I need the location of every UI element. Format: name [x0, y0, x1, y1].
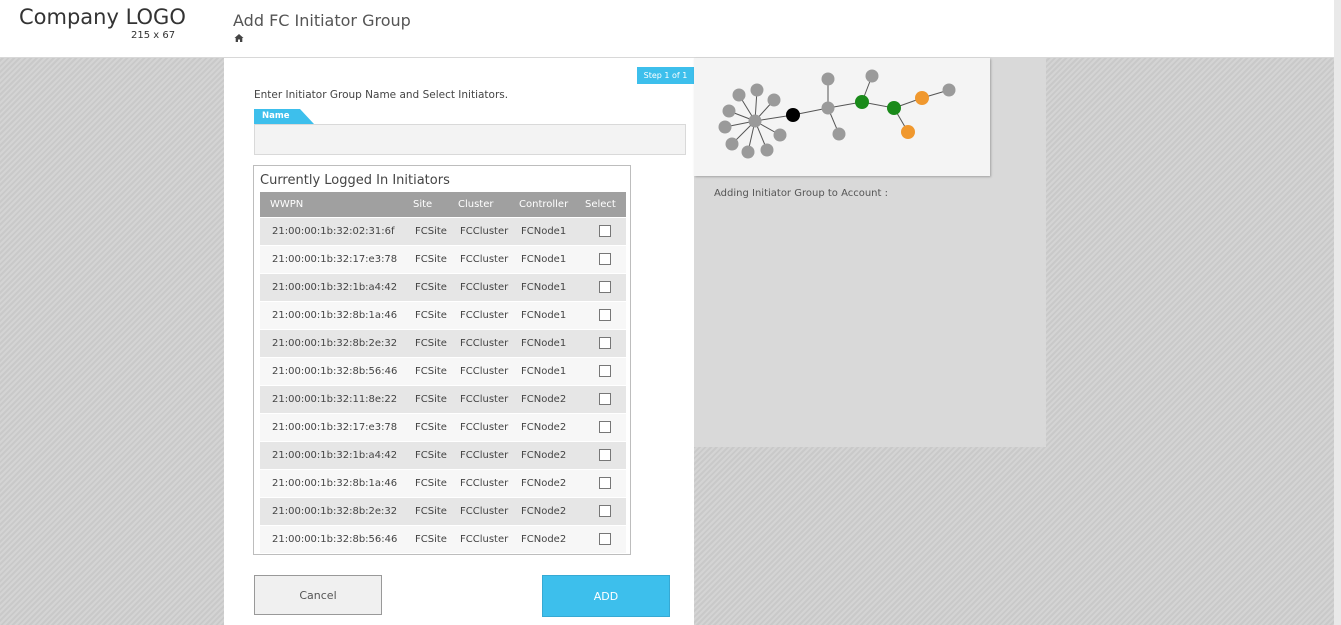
- site-cell: FCSite: [415, 478, 447, 489]
- initiators-table-container: Currently Logged In Initiators WWPN Site…: [253, 165, 631, 555]
- controller-cell: FCNode2: [521, 450, 567, 461]
- controller-cell: FCNode1: [521, 282, 567, 293]
- table-row: 21:00:00:1b:32:8b:56:46 FCSite FCCluster FC…: [260, 358, 626, 386]
- table-body: 21:00:00:1b:32:02:31:6f FCSite FCCluster FC…: [260, 218, 626, 554]
- controller-cell: FCNode2: [521, 478, 567, 489]
- site-cell: FCSite: [415, 366, 447, 377]
- table-title: Currently Logged In Initiators: [260, 173, 450, 188]
- table-row: 21:00:00:1b:32:02:31:6f FCSite FCCluster FC…: [260, 218, 626, 246]
- topology-graph: [718, 69, 956, 159]
- site-cell: FCSite: [415, 338, 447, 349]
- wwpn-cell: 21:00:00:1b:32:17:e3:78: [272, 422, 398, 433]
- controller-cell: FCNode1: [521, 366, 567, 377]
- select-checkbox[interactable]: [599, 477, 611, 489]
- site-cell: FCSite: [415, 506, 447, 517]
- table-row: 21:00:00:1b:32:17:e3:78 FCSite FCCluster FC…: [260, 414, 626, 442]
- table-row: 21:00:00:1b:32:17:e3:78 FCSite FCCluster FC…: [260, 246, 626, 274]
- wwpn-cell: 21:00:00:1b:32:1b:a4:42: [272, 282, 398, 293]
- table-row: 21:00:00:1b:32:8b:2e:32 FCSite FCCluster FC…: [260, 330, 626, 358]
- home-icon[interactable]: [234, 33, 244, 43]
- column-header-controller: Controller: [519, 199, 569, 210]
- cluster-cell: FCCluster: [460, 506, 509, 517]
- table-row: 21:00:00:1b:32:8b:1a:46 FCSite FCCluster FC…: [260, 302, 626, 330]
- table-header: WWPN Site Cluster Controller Select: [260, 192, 626, 217]
- wwpn-cell: 21:00:00:1b:32:02:31:6f: [272, 226, 395, 237]
- cluster-cell: FCCluster: [460, 310, 509, 321]
- account-label: Adding Initiator Group to Account :: [714, 188, 888, 199]
- site-cell: FCSite: [415, 254, 447, 265]
- table-row: 21:00:00:1b:32:1b:a4:42 FCSite FCCluster FC…: [260, 442, 626, 470]
- wizard-panel: Step 1 of 1 Enter Initiator Group Name a…: [224, 58, 694, 625]
- controller-cell: FCNode1: [521, 310, 567, 321]
- wwpn-cell: 21:00:00:1b:32:11:8e:22: [272, 394, 398, 405]
- name-input[interactable]: [254, 124, 686, 155]
- wwpn-cell: 21:00:00:1b:32:8b:56:46: [272, 534, 398, 545]
- page-title: Add FC Initiator Group: [233, 11, 411, 30]
- cluster-cell: FCCluster: [460, 226, 509, 237]
- company-logo: Company LOGO: [19, 5, 186, 29]
- select-checkbox[interactable]: [599, 365, 611, 377]
- step-badge: Step 1 of 1: [637, 67, 694, 84]
- table-row: 21:00:00:1b:32:8b:56:46 FCSite FCCluster FC…: [260, 526, 626, 554]
- site-cell: FCSite: [415, 422, 447, 433]
- name-label-text: Name: [262, 111, 290, 121]
- wwpn-cell: 21:00:00:1b:32:1b:a4:42: [272, 450, 398, 461]
- cluster-cell: FCCluster: [460, 282, 509, 293]
- cluster-cell: FCCluster: [460, 338, 509, 349]
- table-row: 21:00:00:1b:32:11:8e:22 FCSite FCCluster FC…: [260, 386, 626, 414]
- select-checkbox[interactable]: [599, 225, 611, 237]
- summary-panel: Adding Initiator Group to Account :: [694, 58, 1046, 447]
- wwpn-cell: 21:00:00:1b:32:8b:56:46: [272, 366, 398, 377]
- select-checkbox[interactable]: [599, 337, 611, 349]
- controller-cell: FCNode2: [521, 534, 567, 545]
- column-header-site: Site: [413, 199, 433, 210]
- add-button[interactable]: ADD: [542, 575, 670, 617]
- cluster-cell: FCCluster: [460, 394, 509, 405]
- instructions-text: Enter Initiator Group Name and Select In…: [254, 89, 509, 101]
- top-header: Company LOGO 215 x 67 Add FC Initiator G…: [0, 0, 1334, 58]
- select-checkbox[interactable]: [599, 281, 611, 293]
- cancel-button[interactable]: Cancel: [254, 575, 382, 615]
- wwpn-cell: 21:00:00:1b:32:8b:1a:46: [272, 478, 398, 489]
- window-edge: [1334, 0, 1341, 625]
- site-cell: FCSite: [415, 534, 447, 545]
- select-checkbox[interactable]: [599, 253, 611, 265]
- cluster-cell: FCCluster: [460, 450, 509, 461]
- site-cell: FCSite: [415, 450, 447, 461]
- select-checkbox[interactable]: [599, 505, 611, 517]
- column-header-wwpn: WWPN: [270, 199, 304, 210]
- controller-cell: FCNode2: [521, 422, 567, 433]
- topology-graph-card: [694, 58, 990, 176]
- cluster-cell: FCCluster: [460, 534, 509, 545]
- site-cell: FCSite: [415, 282, 447, 293]
- name-field-label: Name: [254, 109, 314, 124]
- select-checkbox[interactable]: [599, 533, 611, 545]
- cluster-cell: FCCluster: [460, 254, 509, 265]
- wwpn-cell: 21:00:00:1b:32:8b:2e:32: [272, 506, 398, 517]
- controller-cell: FCNode2: [521, 506, 567, 517]
- logo-size-label: 215 x 67: [131, 30, 176, 41]
- cluster-cell: FCCluster: [460, 478, 509, 489]
- select-checkbox[interactable]: [599, 421, 611, 433]
- wwpn-cell: 21:00:00:1b:32:17:e3:78: [272, 254, 398, 265]
- table-row: 21:00:00:1b:32:8b:1a:46 FCSite FCCluster FC…: [260, 470, 626, 498]
- site-cell: FCSite: [415, 394, 447, 405]
- select-checkbox[interactable]: [599, 393, 611, 405]
- controller-cell: FCNode1: [521, 254, 567, 265]
- controller-cell: FCNode1: [521, 338, 567, 349]
- table-row: 21:00:00:1b:32:1b:a4:42 FCSite FCCluster FC…: [260, 274, 626, 302]
- column-header-select: Select: [585, 199, 616, 210]
- controller-cell: FCNode1: [521, 226, 567, 237]
- wwpn-cell: 21:00:00:1b:32:8b:2e:32: [272, 338, 398, 349]
- site-cell: FCSite: [415, 226, 447, 237]
- column-header-cluster: Cluster: [458, 199, 494, 210]
- table-row: 21:00:00:1b:32:8b:2e:32 FCSite FCCluster FC…: [260, 498, 626, 526]
- cluster-cell: FCCluster: [460, 366, 509, 377]
- controller-cell: FCNode2: [521, 394, 567, 405]
- wwpn-cell: 21:00:00:1b:32:8b:1a:46: [272, 310, 398, 321]
- select-checkbox[interactable]: [599, 449, 611, 461]
- cluster-cell: FCCluster: [460, 422, 509, 433]
- select-checkbox[interactable]: [599, 309, 611, 321]
- site-cell: FCSite: [415, 310, 447, 321]
